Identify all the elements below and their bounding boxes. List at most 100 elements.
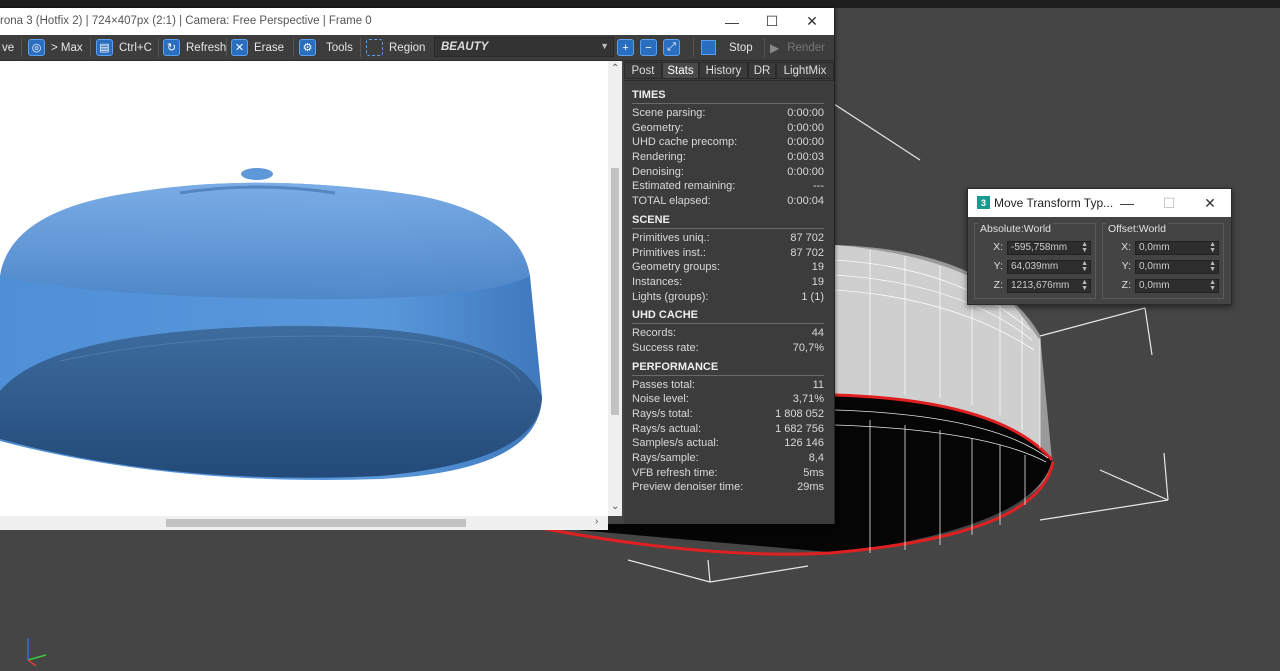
scroll-up-icon[interactable]: ⌃	[611, 63, 619, 74]
stats-row: Noise level: 3,71%	[632, 392, 824, 407]
stats-row: VFB refresh time: 5ms	[632, 466, 824, 481]
off-x-value: 0,0mm	[1139, 242, 1170, 253]
tools-button[interactable]: ⚙ Tools	[299, 37, 353, 58]
chevron-down-icon: ▼	[600, 41, 609, 51]
stats-panel: Post Stats History DR LightMix TIMES Scen…	[624, 61, 834, 524]
stats-row: Success rate: 70,7%	[632, 341, 824, 356]
stats-label: Instances:	[632, 275, 683, 288]
stop-icon	[701, 40, 716, 55]
refresh-icon: ↻	[163, 39, 180, 56]
vfb-title-bar[interactable]: rona 3 (Hotfix 2) | 724×407px (2:1) | Ca…	[0, 8, 834, 35]
erase-icon: ✕	[231, 39, 248, 56]
spinner-arrows-icon[interactable]: ▲ ▼	[1081, 279, 1088, 292]
stats-value: 87 702	[790, 246, 824, 259]
stats-row: Estimated remaining: ---	[632, 179, 824, 194]
zoom-out-button[interactable]: −	[640, 37, 657, 58]
stats-section-title: SCENE	[632, 214, 824, 229]
dialog-title: Move Transform Typ...	[994, 196, 1114, 210]
abs-z-spinner[interactable]: 1213,676mm ▲ ▼	[1007, 279, 1091, 293]
zoom-in-icon: +	[617, 39, 634, 56]
off-z-value: 0,0mm	[1139, 280, 1170, 291]
off-z-label: Z:	[1121, 279, 1131, 291]
toolbar-separator	[764, 38, 765, 57]
maximize-button[interactable]: ☐	[752, 8, 792, 35]
vertical-scroll-thumb[interactable]	[611, 168, 619, 415]
stats-row: Preview denoiser time: 29ms	[632, 480, 824, 495]
off-x-label: X:	[1121, 241, 1131, 253]
tab-lightmix[interactable]: LightMix	[776, 62, 834, 79]
toolbar-separator	[293, 38, 294, 57]
toolbar-separator	[158, 38, 159, 57]
stats-value: 0:00:00	[787, 136, 824, 149]
toolbar-separator	[21, 38, 22, 57]
stats-value: 19	[811, 261, 824, 274]
abs-x-value: -595,758mm	[1011, 242, 1068, 253]
vertical-scrollbar[interactable]: ⌃ ⌄	[608, 61, 622, 516]
stats-value: 8,4	[808, 452, 824, 465]
dialog-minimize-button[interactable]: —	[1106, 189, 1148, 217]
stats-row: Lights (groups): 1 (1)	[632, 290, 824, 305]
stats-label: Samples/s actual:	[632, 437, 719, 450]
stats-row: Rays/s total: 1 808 052	[632, 407, 824, 422]
zoom-fit-button[interactable]: ⤢	[663, 37, 680, 58]
refresh-button[interactable]: ↻ Refresh	[163, 37, 226, 58]
abs-x-spinner[interactable]: -595,758mm ▲ ▼	[1007, 241, 1091, 255]
stats-value: 1 (1)	[801, 290, 824, 303]
stats-value: 11	[812, 378, 824, 391]
render-pass-select[interactable]: BEAUTY ▼	[434, 37, 614, 57]
stats-row: Geometry: 0:00:00	[632, 121, 824, 136]
stats-row: Samples/s actual: 126 146	[632, 436, 824, 451]
tab-post[interactable]: Post	[624, 62, 662, 79]
tab-dr[interactable]: DR	[748, 62, 776, 79]
abs-y-spinner[interactable]: 64,039mm ▲ ▼	[1007, 260, 1091, 274]
stats-value: 70,7%	[792, 341, 824, 354]
spinner-arrows-icon[interactable]: ▲ ▼	[1209, 241, 1216, 254]
stats-label: Lights (groups):	[632, 290, 709, 303]
dialog-title-bar[interactable]: 3 Move Transform Typ... — ☐ ✕	[968, 189, 1231, 217]
tab-history[interactable]: History	[699, 62, 748, 79]
copy-button[interactable]: ▤ Ctrl+C	[96, 37, 152, 58]
minimize-button[interactable]: —	[712, 8, 752, 35]
spinner-arrows-icon[interactable]: ▲ ▼	[1081, 260, 1088, 273]
corona-vfb-window[interactable]: rona 3 (Hotfix 2) | 724×407px (2:1) | Ca…	[0, 8, 835, 530]
dialog-maximize-button[interactable]: ☐	[1148, 189, 1190, 217]
gear-icon: ⚙	[299, 39, 316, 56]
save-button[interactable]: ve	[2, 37, 14, 58]
scroll-right-icon[interactable]: ›	[595, 516, 598, 527]
move-transform-dialog[interactable]: 3 Move Transform Typ... — ☐ ✕ Absolute:W…	[967, 188, 1232, 305]
stats-label: Denoising:	[632, 165, 684, 178]
render-button[interactable]: ▶ Render	[770, 37, 825, 58]
spinner-arrows-icon[interactable]: ▲ ▼	[1081, 241, 1088, 254]
maximize-icon: ☐	[1162, 194, 1176, 211]
stats-label: Passes total:	[632, 378, 695, 391]
off-y-value: 0,0mm	[1139, 261, 1170, 272]
zoom-in-button[interactable]: +	[617, 37, 634, 58]
spinner-arrows-icon[interactable]: ▲ ▼	[1209, 260, 1216, 273]
spinner-arrows-icon[interactable]: ▲ ▼	[1209, 279, 1216, 292]
stop-button[interactable]: Stop	[701, 37, 753, 58]
stats-row: Instances: 19	[632, 275, 824, 290]
dialog-close-button[interactable]: ✕	[1189, 189, 1231, 217]
stop-label: Stop	[729, 41, 753, 54]
off-y-spinner[interactable]: 0,0mm ▲ ▼	[1135, 260, 1219, 274]
stats-row: Primitives inst.: 87 702	[632, 246, 824, 261]
stats-label: Primitives inst.:	[632, 246, 706, 259]
stats-value: 87 702	[790, 231, 824, 244]
scroll-down-icon[interactable]: ⌄	[611, 501, 619, 512]
stats-value: ---	[813, 180, 824, 193]
stats-row: Rays/s actual: 1 682 756	[632, 422, 824, 437]
minimize-icon: —	[1120, 195, 1134, 211]
render-image[interactable]	[0, 61, 608, 516]
close-button[interactable]: ✕	[792, 8, 832, 35]
off-z-spinner[interactable]: 0,0mm ▲ ▼	[1135, 279, 1219, 293]
horizontal-scrollbar[interactable]: ›	[0, 516, 608, 530]
panel-tabs: Post Stats History DR LightMix	[624, 61, 834, 81]
stats-row: Rendering: 0:00:03	[632, 150, 824, 165]
tab-stats[interactable]: Stats	[662, 62, 699, 79]
maximize-icon: ☐	[765, 13, 779, 29]
off-x-spinner[interactable]: 0,0mm ▲ ▼	[1135, 241, 1219, 255]
horizontal-scroll-thumb[interactable]	[166, 519, 466, 527]
to-max-button[interactable]: ◎ > Max	[28, 37, 83, 58]
region-button[interactable]: Region	[366, 37, 425, 58]
erase-button[interactable]: ✕ Erase	[231, 37, 284, 58]
